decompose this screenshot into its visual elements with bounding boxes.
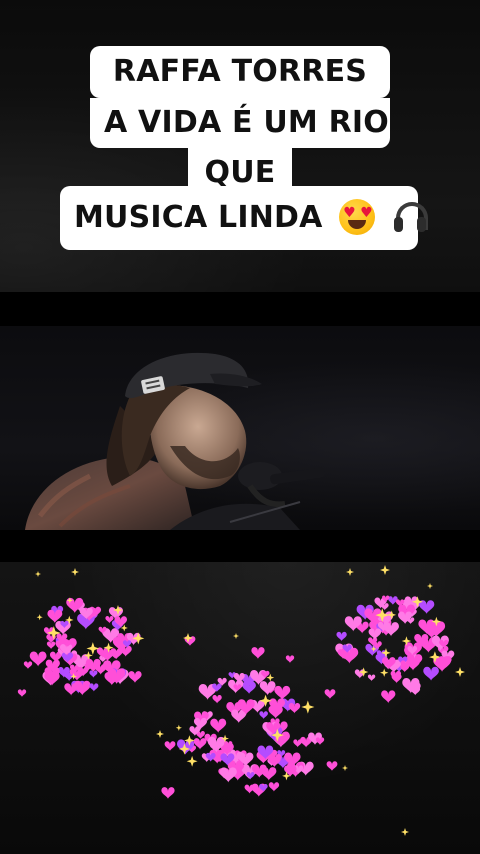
hearts-sparkles-overlay xyxy=(17,565,465,836)
heart-icon xyxy=(324,689,336,699)
singer-image xyxy=(25,352,325,530)
heart-icon xyxy=(268,782,280,792)
letterbox-top xyxy=(0,292,480,326)
heart-icon xyxy=(285,655,295,663)
sparkle-icon xyxy=(233,633,239,639)
video-frame xyxy=(0,326,480,530)
caption-area: RAFFA TORRES A VIDA É UM RIO QUE MUSICA … xyxy=(0,0,480,292)
heart-icon xyxy=(161,787,175,799)
heart-icon xyxy=(128,671,142,683)
heart-icon xyxy=(64,683,78,696)
sparkle-icon xyxy=(455,667,465,677)
sparkle-icon xyxy=(156,730,164,738)
sparkle-icon xyxy=(427,583,433,589)
heart-icon xyxy=(293,739,303,748)
heart-icon xyxy=(212,695,222,704)
heart-icon xyxy=(210,718,227,734)
caption-line-4: MUSICA LINDA ♥ ♥ xyxy=(60,186,428,250)
letterbox-bottom xyxy=(0,530,480,562)
heart-icon xyxy=(381,690,396,704)
sparkle-icon xyxy=(380,668,389,677)
sparkle-icon xyxy=(36,614,43,621)
sparkle-icon xyxy=(175,724,182,731)
heart-icon xyxy=(251,647,265,659)
heart-icon xyxy=(336,631,347,642)
sparkle-icon xyxy=(35,571,41,577)
heart-icon xyxy=(423,666,439,681)
heart-icon xyxy=(29,651,47,667)
sparkle-icon xyxy=(380,565,390,575)
heart-icon xyxy=(261,767,277,781)
sparkle-icon xyxy=(342,765,348,771)
heart-icon xyxy=(233,673,245,683)
heart-icon xyxy=(23,661,33,669)
sparkle-icon xyxy=(71,568,79,576)
heart-icon xyxy=(326,761,338,771)
sparkle-icon xyxy=(301,700,315,714)
caption-line-4-text: MUSICA LINDA xyxy=(74,200,323,235)
heart-icon xyxy=(259,681,276,696)
sparkle-icon xyxy=(186,755,198,767)
caption-line-2: A VIDA É UM RIO xyxy=(90,98,390,148)
sparkle-icon xyxy=(346,568,354,576)
sparkle-icon xyxy=(401,828,409,836)
caption-line-1: RAFFA TORRES xyxy=(90,46,390,98)
smiling-face-with-heart-eyes-icon: ♥ ♥ xyxy=(339,198,376,235)
heart-icon xyxy=(367,674,376,682)
heart-icon xyxy=(164,741,176,751)
heart-icon xyxy=(17,689,27,697)
heart-icon xyxy=(89,683,99,692)
heart-icon xyxy=(274,685,291,701)
heart-icon xyxy=(259,711,268,720)
hearts-overlay-area xyxy=(0,562,480,854)
headphones-icon xyxy=(392,199,428,235)
story-frame: RAFFA TORRES A VIDA É UM RIO QUE MUSICA … xyxy=(0,0,480,854)
